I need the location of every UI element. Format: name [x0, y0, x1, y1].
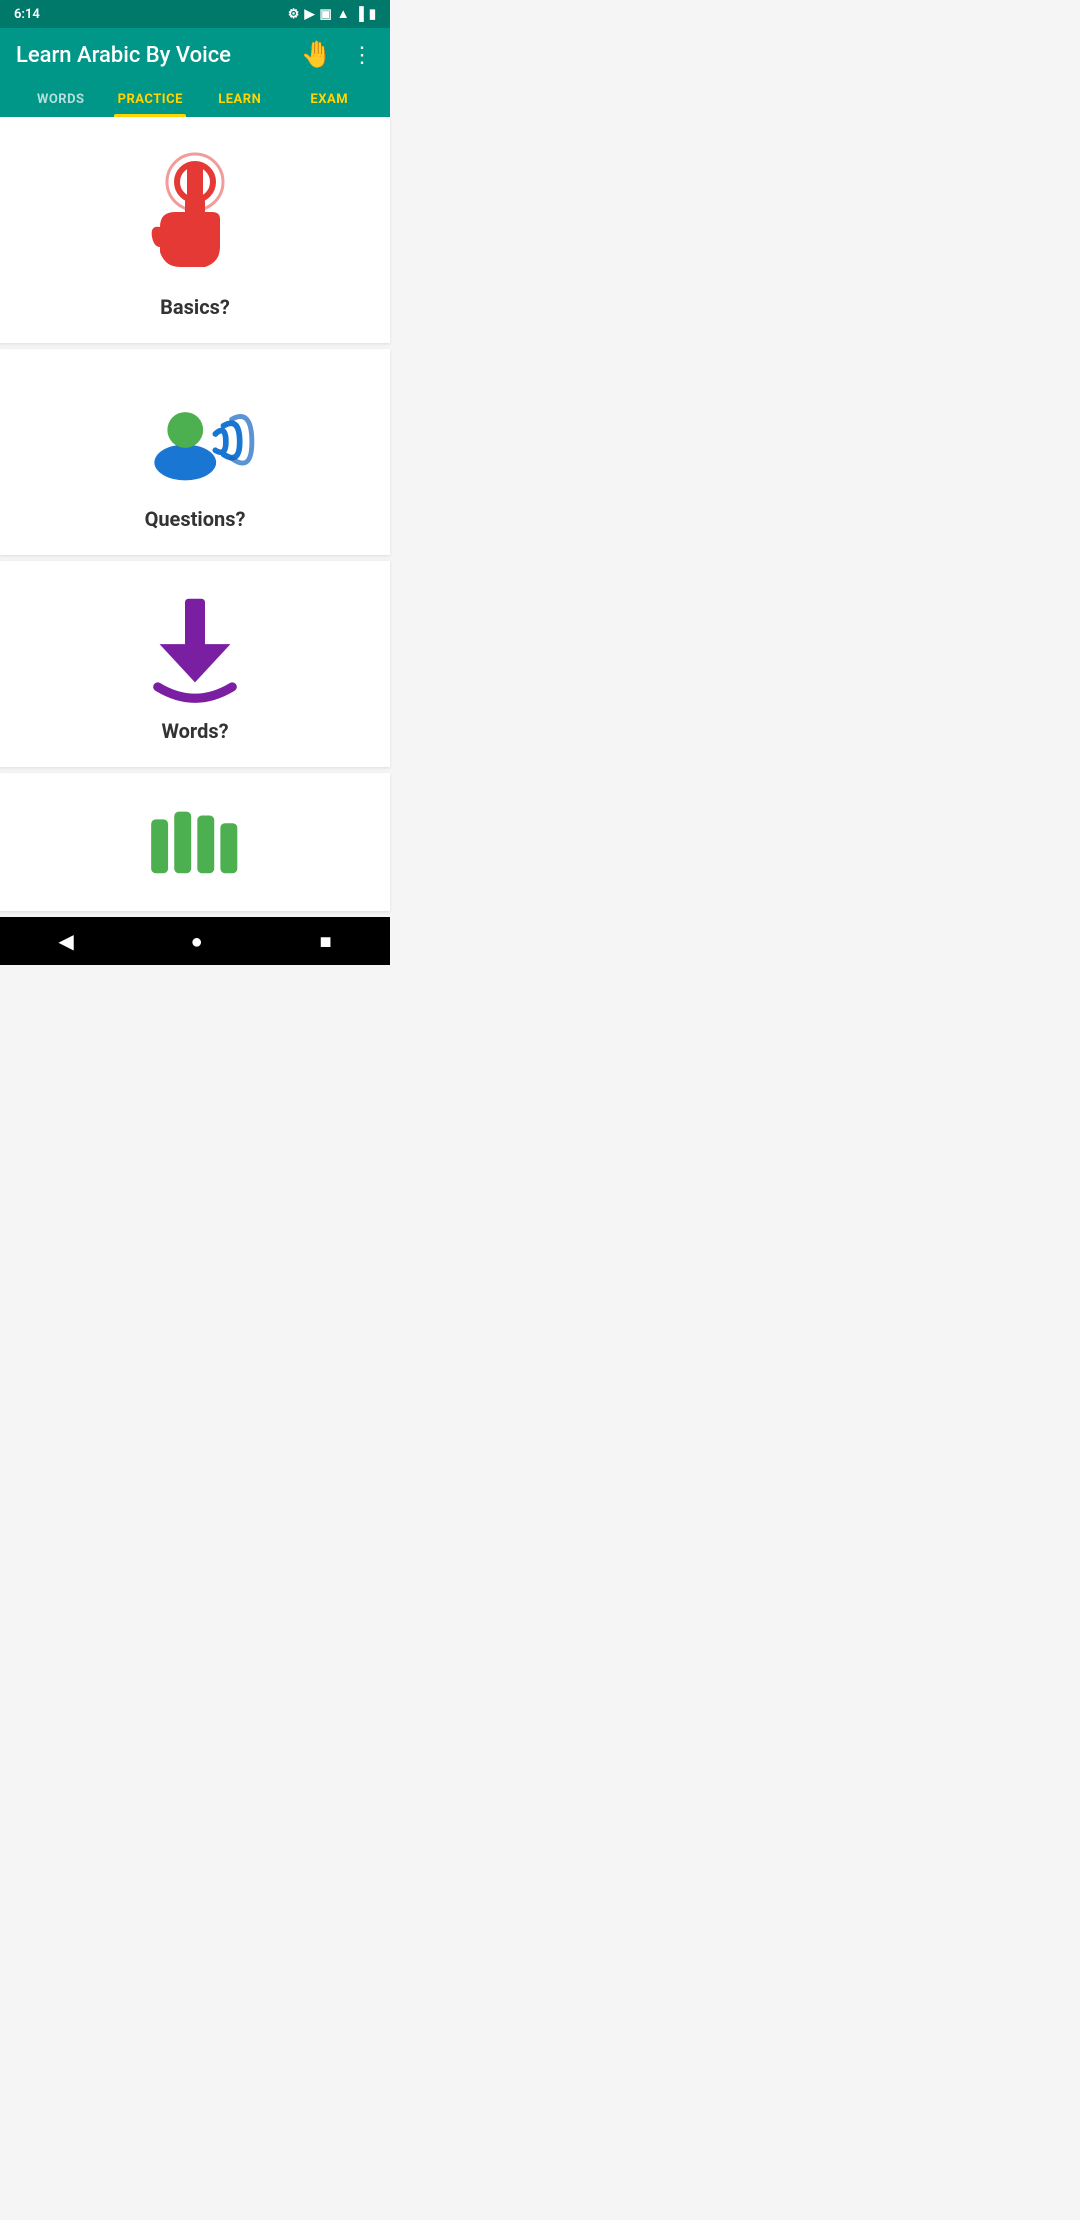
hand-icon[interactable]: 🤚 [301, 40, 333, 70]
card-basics[interactable]: Basics? [0, 117, 390, 343]
status-bar: 6:14 ⚙ ▶ ▣ ▲ ▐ ▮ [0, 0, 390, 28]
settings-icon: ⚙ [288, 7, 300, 22]
app-title: Learn Arabic By Voice [16, 43, 231, 68]
card-progress[interactable] [0, 773, 390, 911]
wifi-icon: ▲ [337, 6, 350, 22]
sim-icon: ▣ [319, 7, 331, 22]
status-time: 6:14 [14, 7, 40, 22]
play-icon: ▶ [304, 7, 314, 22]
more-options-icon[interactable]: ⋮ [351, 43, 374, 68]
tab-words[interactable]: WORDS [16, 80, 106, 117]
tab-learn[interactable]: LEARN [195, 80, 285, 117]
recents-button[interactable]: ■ [299, 921, 351, 962]
card-list: Basics? Questions? [0, 117, 390, 911]
toolbar-actions: 🤚 ⋮ [301, 40, 374, 70]
tab-exam[interactable]: EXAM [285, 80, 375, 117]
status-icons: ⚙ ▶ ▣ ▲ ▐ ▮ [288, 6, 376, 22]
card-questions-label: Questions? [145, 507, 246, 531]
card-words-label: Words? [161, 719, 228, 743]
signal-icon: ▐ [355, 6, 364, 22]
voice-person-icon [130, 379, 260, 489]
card-words[interactable]: Words? [0, 561, 390, 767]
bars-icon [140, 803, 250, 883]
download-icon [145, 591, 245, 701]
card-questions[interactable]: Questions? [0, 349, 390, 555]
toolbar-top: Learn Arabic By Voice 🤚 ⋮ [16, 40, 374, 70]
battery-icon: ▮ [369, 7, 376, 22]
home-button[interactable]: ● [171, 921, 223, 962]
bottom-nav: ◀ ● ■ [0, 917, 390, 965]
touch-icon [140, 147, 250, 277]
toolbar: Learn Arabic By Voice 🤚 ⋮ WORDS PRACTICE… [0, 28, 390, 117]
tab-practice[interactable]: PRACTICE [106, 80, 196, 117]
tab-bar: WORDS PRACTICE LEARN EXAM [16, 80, 374, 117]
back-button[interactable]: ◀ [38, 921, 93, 961]
card-basics-label: Basics? [160, 295, 230, 319]
time-display: 6:14 [14, 7, 40, 22]
